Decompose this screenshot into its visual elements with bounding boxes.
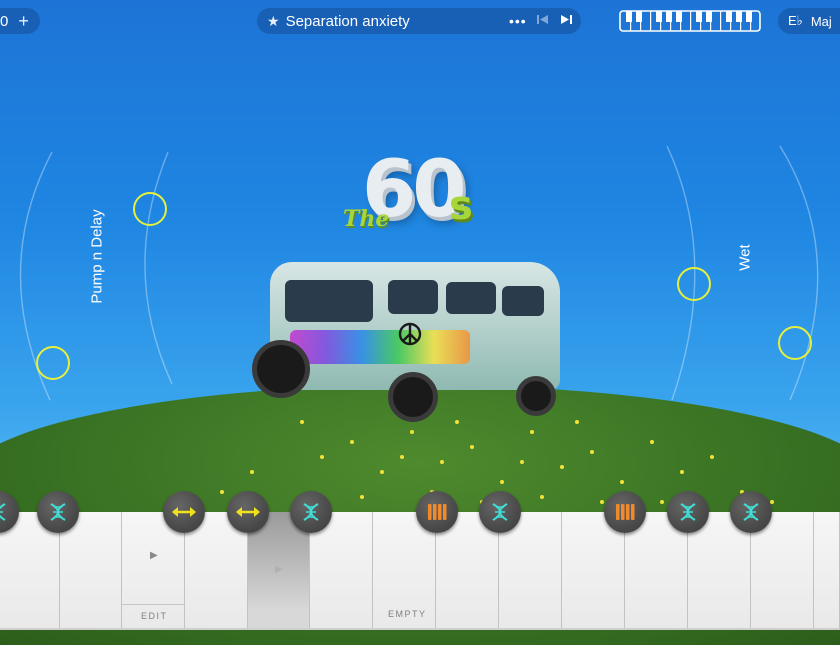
- flower: [470, 445, 474, 449]
- arrows-horizontal-icon: [172, 507, 196, 517]
- flower: [380, 470, 384, 474]
- bars-icon: [616, 504, 635, 520]
- dna-icon: [303, 503, 319, 521]
- van-side-window: [388, 280, 438, 314]
- right-inner-knob[interactable]: [677, 267, 711, 301]
- pad-key[interactable]: [814, 512, 840, 628]
- rear-wheel: [516, 376, 556, 416]
- flower: [600, 500, 604, 504]
- left-inner-knob[interactable]: [133, 192, 167, 226]
- arrows-horizontal-button[interactable]: [163, 491, 205, 533]
- flower: [680, 470, 684, 474]
- dna-button[interactable]: [37, 491, 79, 533]
- van-rainbow: [290, 330, 470, 364]
- edit-divider: [122, 604, 185, 605]
- spare-wheel: [252, 340, 310, 398]
- flower: [300, 420, 304, 424]
- flower: [660, 500, 664, 504]
- flower: [320, 455, 324, 459]
- van-windshield: [285, 280, 373, 322]
- flower: [530, 430, 534, 434]
- edit-label: EDIT: [141, 611, 168, 621]
- flower: [590, 450, 594, 454]
- flower: [360, 495, 364, 499]
- flower: [560, 465, 564, 469]
- flower: [500, 480, 504, 484]
- dna-icon: [680, 503, 696, 521]
- arrows-horizontal-icon: [236, 507, 260, 517]
- flower: [770, 500, 774, 504]
- dna-icon: [50, 503, 66, 521]
- flower: [620, 480, 624, 484]
- flower: [650, 440, 654, 444]
- dna-button[interactable]: [479, 491, 521, 533]
- van-side-window: [446, 282, 496, 314]
- left-effect-label: Pump n Delay: [88, 209, 106, 304]
- van-side-window: [502, 286, 544, 316]
- dna-button[interactable]: [290, 491, 332, 533]
- dna-button[interactable]: [667, 491, 709, 533]
- flower: [540, 495, 544, 499]
- flower: [455, 420, 459, 424]
- peace-icon: [398, 322, 422, 346]
- arrows-horizontal-button[interactable]: [227, 491, 269, 533]
- dna-button[interactable]: [730, 491, 772, 533]
- right-outer-arc: [779, 145, 819, 401]
- right-outer-knob[interactable]: [778, 326, 812, 360]
- flower: [220, 490, 224, 494]
- flower: [575, 420, 579, 424]
- flower: [440, 460, 444, 464]
- flower: [350, 440, 354, 444]
- play-icon: ▶: [150, 550, 158, 561]
- front-wheel: [388, 372, 438, 422]
- right-effect-label: Wet: [736, 244, 754, 271]
- flower: [400, 455, 404, 459]
- dna-icon: [492, 503, 508, 521]
- logo-the: The: [343, 206, 390, 232]
- play-icon: ▶: [275, 564, 283, 575]
- flower: [520, 460, 524, 464]
- left-inner-arc: [144, 151, 173, 385]
- bars-button[interactable]: [416, 491, 458, 533]
- bars-button[interactable]: [604, 491, 646, 533]
- dna-icon: [0, 503, 6, 521]
- left-outer-knob[interactable]: [36, 346, 70, 380]
- flower: [410, 430, 414, 434]
- empty-label: EMPTY: [388, 609, 427, 619]
- flower: [710, 455, 714, 459]
- bars-icon: [428, 504, 447, 520]
- dna-icon: [743, 503, 759, 521]
- logo-suffix: s: [449, 183, 473, 229]
- flower: [250, 470, 254, 474]
- piano-keyboard[interactable]: ▶ EDIT ▶ EMPTY: [0, 512, 840, 630]
